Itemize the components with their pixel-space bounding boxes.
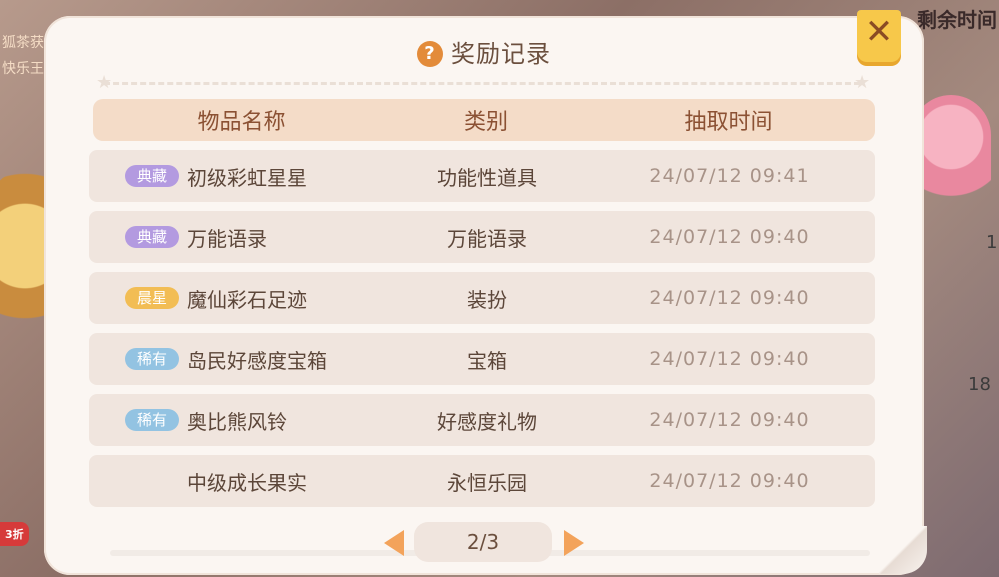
prev-page-arrow-icon[interactable] <box>384 530 404 556</box>
rarity-badge: 晨星 <box>125 287 179 309</box>
item-name-cell: 典藏 初级彩虹星星 <box>125 150 307 202</box>
draw-time: 24/07/12 09:40 <box>649 470 810 492</box>
rarity-badge: 稀有 <box>125 409 179 431</box>
pager: 2/3 <box>44 522 924 562</box>
item-category: 好感度礼物 <box>437 409 537 434</box>
table-row: 稀有 奥比熊风铃 好感度礼物 24/07/12 09:40 <box>89 394 875 446</box>
table-row: 晨星 魔仙彩石足迹 装扮 24/07/12 09:40 <box>89 272 875 324</box>
rarity-badge: 稀有 <box>125 348 179 370</box>
item-name: 初级彩虹星星 <box>187 165 307 190</box>
item-category: 宝箱 <box>467 348 507 373</box>
draw-time: 24/07/12 09:41 <box>649 165 810 187</box>
close-icon: ✕ <box>864 12 894 52</box>
item-name: 岛民好感度宝箱 <box>187 348 327 373</box>
item-name: 中级成长果实 <box>187 470 307 495</box>
item-category: 永恒乐园 <box>447 470 527 495</box>
item-category: 功能性道具 <box>437 165 537 190</box>
item-name-cell: 稀有 奥比熊风铃 <box>125 394 287 446</box>
background-number: 1 <box>986 232 998 253</box>
item-name: 万能语录 <box>187 226 267 251</box>
draw-time: 24/07/12 09:40 <box>649 226 810 248</box>
item-name-cell: 中级成长果实 <box>125 455 307 507</box>
modal-title: ? 奖励记录 <box>44 34 924 69</box>
page-indicator: 2/3 <box>414 522 552 562</box>
draw-time: 24/07/12 09:40 <box>649 348 810 370</box>
item-category: 万能语录 <box>447 226 527 251</box>
background-number: 18 <box>968 374 991 395</box>
rarity-badge: 典藏 <box>125 226 179 248</box>
item-name-cell: 典藏 万能语录 <box>125 211 267 263</box>
close-button[interactable]: ✕ <box>857 10 901 62</box>
header-category: 类别 <box>463 110 508 135</box>
draw-time: 24/07/12 09:40 <box>649 409 810 431</box>
item-name-cell: 稀有 岛民好感度宝箱 <box>125 333 327 385</box>
item-category: 装扮 <box>467 287 507 312</box>
table-row: 稀有 岛民好感度宝箱 宝箱 24/07/12 09:40 <box>89 333 875 385</box>
header-draw-time: 抽取时间 <box>684 110 773 135</box>
item-name: 魔仙彩石足迹 <box>187 287 307 312</box>
table-row: 中级成长果实 永恒乐园 24/07/12 09:40 <box>89 455 875 507</box>
help-icon[interactable]: ? <box>417 41 443 67</box>
page-curl-icon <box>879 526 927 574</box>
rarity-badge: 典藏 <box>125 165 179 187</box>
item-name: 奥比熊风铃 <box>187 409 287 434</box>
table-row: 典藏 万能语录 万能语录 24/07/12 09:40 <box>89 211 875 263</box>
modal-title-text: 奖励记录 <box>451 40 551 68</box>
item-name-cell: 晨星 魔仙彩石足迹 <box>125 272 307 324</box>
draw-time: 24/07/12 09:40 <box>649 287 810 309</box>
divider <box>104 82 860 85</box>
star-icon: ★ <box>854 72 871 93</box>
next-page-arrow-icon[interactable] <box>564 530 584 556</box>
reward-record-modal: ? 奖励记录 ✕ ★ ★ 物品名称 类别 抽取时间 典藏 初级彩虹星星 功能性道具 24… <box>44 10 927 575</box>
table-header: 物品名称 类别 抽取时间 <box>93 99 875 141</box>
discount-badge: 3折 <box>0 522 29 546</box>
table-row: 典藏 初级彩虹星星 功能性道具 24/07/12 09:41 <box>89 150 875 202</box>
remaining-time-label: 剩余时间 <box>917 8 997 32</box>
header-item-name: 物品名称 <box>197 110 286 135</box>
